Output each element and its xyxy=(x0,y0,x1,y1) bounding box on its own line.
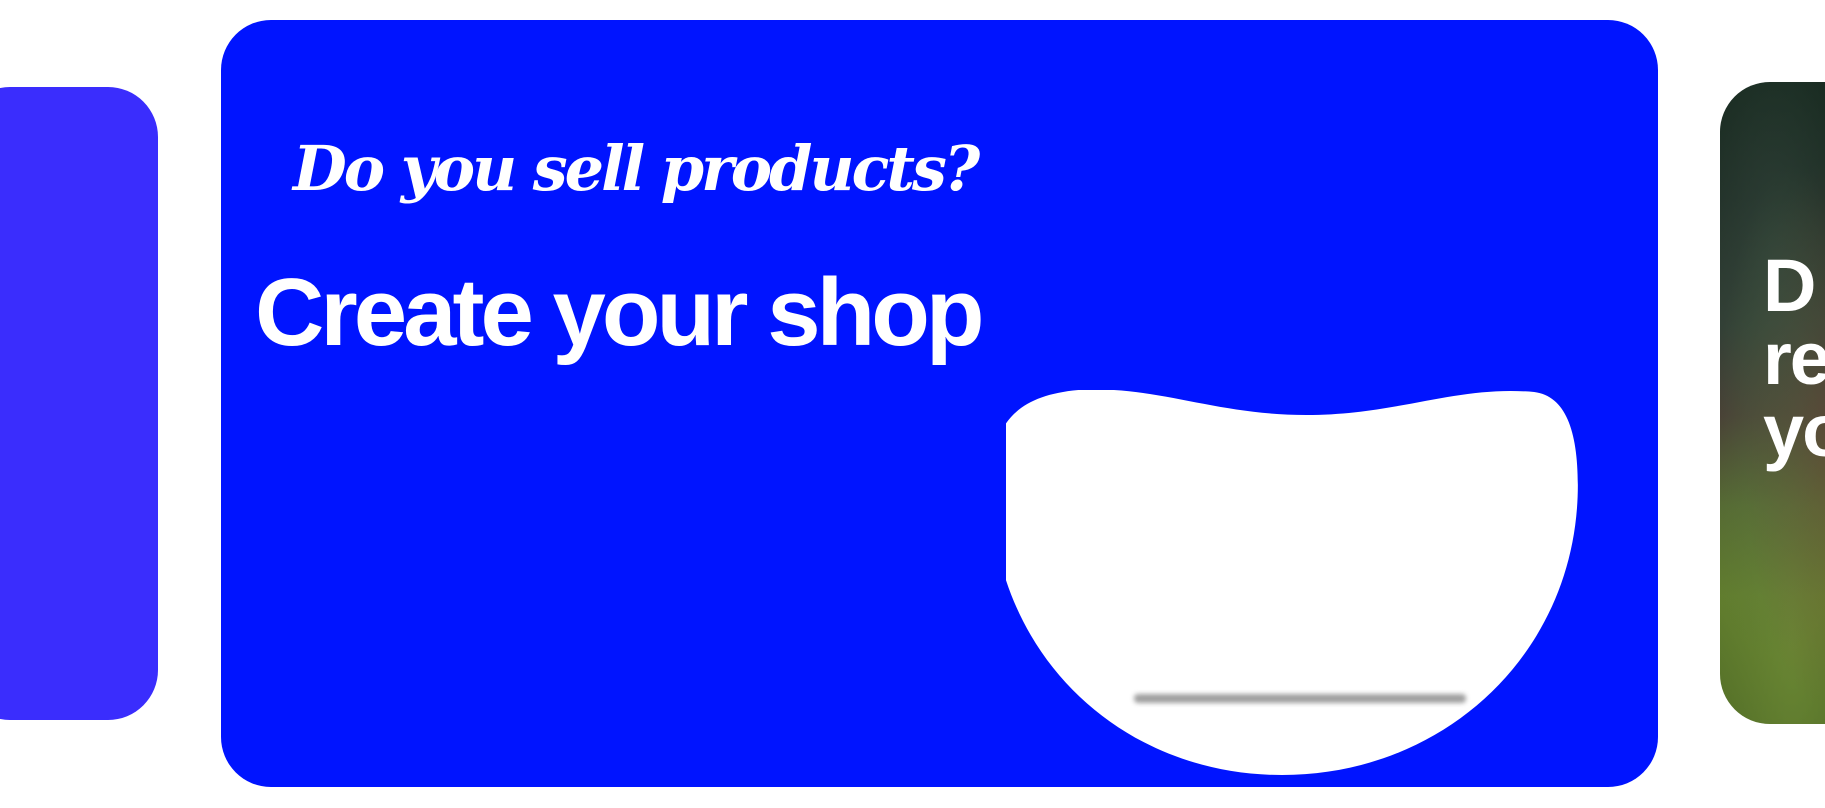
card-headline: Create your shop xyxy=(255,259,985,366)
card-headline-partial: D re yo xyxy=(1763,244,1825,473)
shelf-shadow xyxy=(1134,694,1466,703)
carousel-card-create-shop[interactable]: Do you sell products? Create your shop xyxy=(221,20,1658,787)
carousel-card-next[interactable]: D re yo xyxy=(1720,82,1825,724)
carousel-card-previous[interactable] xyxy=(0,87,158,720)
carousel: Do you sell products? Create your shop D… xyxy=(0,0,1825,808)
shop-illustration xyxy=(1006,390,1578,775)
card-eyebrow-script: Do you sell products? xyxy=(293,132,980,205)
blob-shape xyxy=(1006,390,1578,775)
